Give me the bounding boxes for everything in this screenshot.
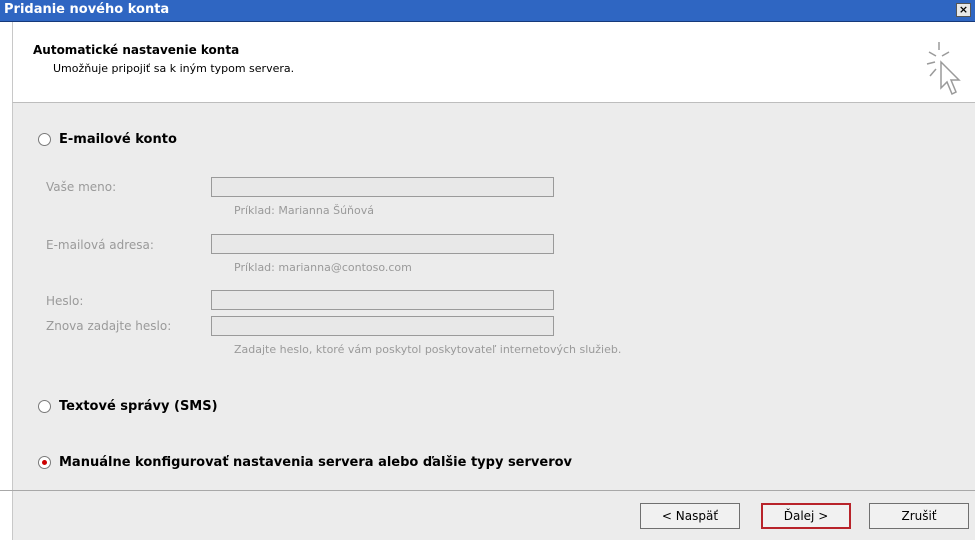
name-label: Vaše meno: — [46, 180, 117, 194]
wizard-header: Automatické nastavenie konta Umožňuje pr… — [12, 22, 975, 102]
sms-radio[interactable] — [38, 400, 51, 413]
title-bar: Pridanie nového konta × — [0, 0, 975, 22]
password-confirm-label: Znova zadajte heslo: — [46, 319, 172, 333]
email-account-radio[interactable] — [38, 133, 51, 146]
wizard-footer: < Naspäť Ďalej > Zrušiť — [12, 491, 975, 540]
name-hint: Príklad: Marianna Šúňová — [234, 204, 375, 217]
email-field[interactable] — [211, 234, 554, 254]
back-button[interactable]: < Naspäť — [640, 503, 740, 529]
email-account-option[interactable]: E-mailové konto — [38, 132, 177, 147]
sms-label: Textové správy (SMS) — [59, 399, 218, 414]
email-account-label: E-mailové konto — [59, 132, 177, 147]
account-options-panel: E-mailové konto Vaše meno: Príklad: Mari… — [12, 102, 975, 490]
page-title: Automatické nastavenie konta — [33, 43, 240, 57]
page-subtitle: Umožňuje pripojiť sa k iným typom server… — [53, 62, 295, 75]
window-title: Pridanie nového konta — [4, 2, 170, 17]
password-hint: Zadajte heslo, ktoré vám poskytol poskyt… — [234, 343, 622, 356]
cancel-button[interactable]: Zrušiť — [869, 503, 969, 529]
sms-option[interactable]: Textové správy (SMS) — [38, 399, 218, 414]
email-label: E-mailová adresa: — [46, 238, 154, 252]
next-button[interactable]: Ďalej > — [761, 503, 851, 529]
close-button[interactable]: × — [956, 3, 971, 17]
manual-config-label: Manuálne konfigurovať nastavenia servera… — [59, 455, 573, 470]
password-confirm-field[interactable] — [211, 316, 554, 336]
close-icon: × — [958, 3, 969, 16]
name-field[interactable] — [211, 177, 554, 197]
password-field[interactable] — [211, 290, 554, 310]
wizard-cursor-icon — [926, 42, 961, 96]
email-hint: Príklad: marianna@contoso.com — [234, 261, 412, 274]
manual-config-option[interactable]: Manuálne konfigurovať nastavenia servera… — [38, 455, 572, 470]
manual-config-radio[interactable] — [38, 456, 51, 469]
password-label: Heslo: — [46, 294, 84, 308]
